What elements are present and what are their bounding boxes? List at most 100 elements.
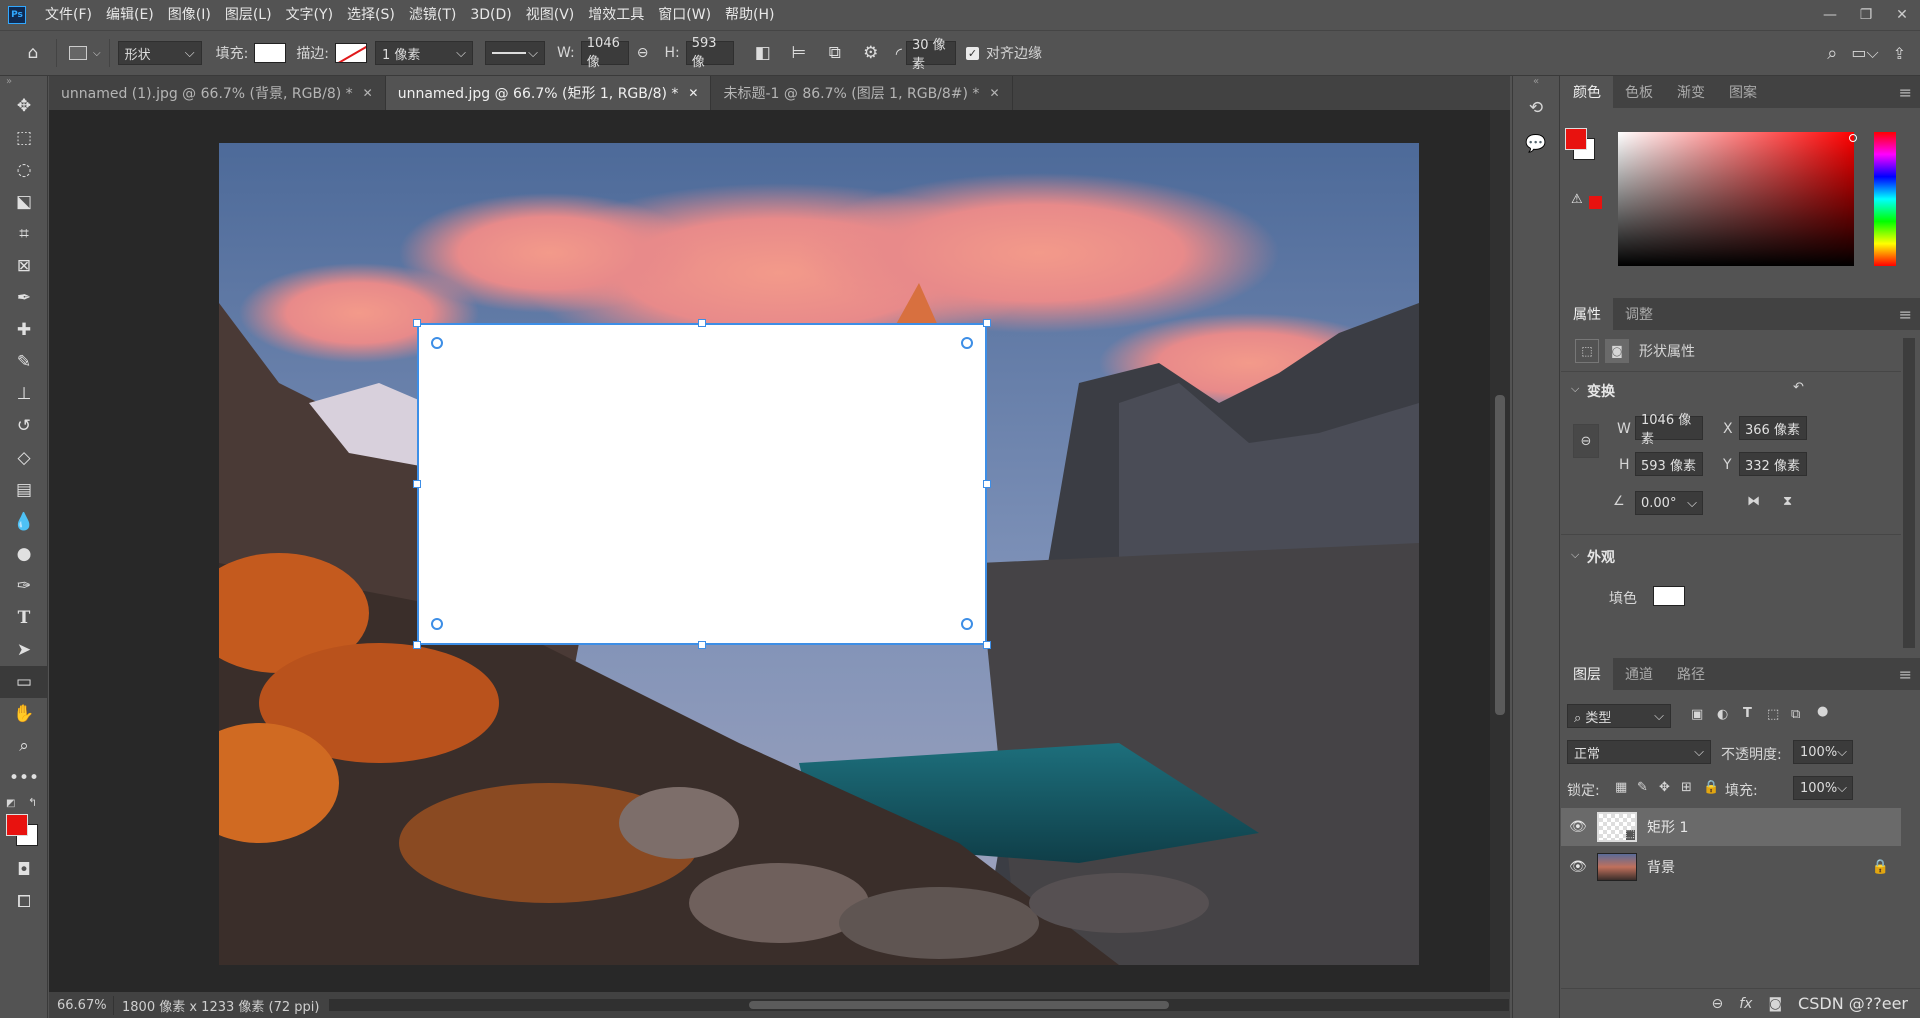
transform-w-field[interactable]: 1046 像素 xyxy=(1635,413,1703,447)
menu-image[interactable]: 图像(I) xyxy=(161,0,218,30)
brush-tool-icon[interactable]: ✎ xyxy=(0,346,48,378)
menu-edit[interactable]: 编辑(E) xyxy=(99,0,161,30)
path-select-tool-icon[interactable]: ➤ xyxy=(0,634,48,666)
workspace-icon[interactable]: ▭⌵ xyxy=(1851,43,1878,63)
eraser-tool-icon[interactable]: ◇ xyxy=(0,442,48,474)
tab-document-1[interactable]: unnamed (1).jpg @ 66.7% (背景, RGB/8) * ✕ xyxy=(49,76,386,110)
path-arrangement-icon[interactable]: ⧉ xyxy=(820,38,850,68)
corner-radius-handle-icon[interactable] xyxy=(961,618,973,630)
search-icon[interactable]: ⌕ xyxy=(1827,43,1837,64)
filter-shape-icon[interactable]: ⬚ xyxy=(1767,707,1779,722)
flip-vertical-icon[interactable]: ⧗ xyxy=(1783,494,1792,509)
blend-mode-select[interactable]: 正常 ⌵ xyxy=(1567,740,1711,764)
add-mask-icon[interactable]: ◙ xyxy=(1768,996,1782,1012)
link-layers-icon[interactable]: ⊖ xyxy=(1712,996,1724,1012)
corner-radius-handle-icon[interactable] xyxy=(431,618,443,630)
filter-adjustment-icon[interactable]: ◐ xyxy=(1717,707,1728,722)
lock-pixels-icon[interactable]: ✎ xyxy=(1637,780,1648,795)
panel-menu-icon[interactable]: ≡ xyxy=(1899,305,1912,324)
close-icon[interactable]: ✕ xyxy=(1884,0,1920,30)
tab-channels[interactable]: 通道 xyxy=(1613,658,1665,690)
menu-plugins[interactable]: 增效工具 xyxy=(581,0,651,30)
zoom-tool-icon[interactable]: ⌕ xyxy=(0,730,48,762)
tool-mode-select[interactable]: 形状 ⌵ xyxy=(117,41,202,65)
stamp-tool-icon[interactable]: ⊥ xyxy=(0,378,48,410)
tab-properties[interactable]: 属性 xyxy=(1561,298,1613,330)
tab-patterns[interactable]: 图案 xyxy=(1717,76,1769,108)
link-dimensions-icon[interactable]: ⊖ xyxy=(1573,424,1599,458)
layer-filter-select[interactable]: ⌕ 类型 ⌵ xyxy=(1567,704,1671,728)
color-field[interactable] xyxy=(1618,132,1854,266)
layer-name[interactable]: 背景 xyxy=(1647,857,1675,877)
warning-icon[interactable]: ⚠ xyxy=(1571,192,1583,207)
resize-handle-top-left[interactable] xyxy=(413,319,421,327)
lock-artboard-icon[interactable]: ⊞ xyxy=(1681,780,1692,795)
crop-tool-icon[interactable]: ⌗ xyxy=(0,218,48,250)
tool-preset-picker[interactable]: ⌵ xyxy=(69,30,101,76)
corner-radius-handle-icon[interactable] xyxy=(961,337,973,349)
corner-radius-field[interactable]: 30 像素 xyxy=(905,38,956,72)
eyedropper-tool-icon[interactable]: ✒ xyxy=(0,282,48,314)
tab-adjustments[interactable]: 调整 xyxy=(1613,298,1665,330)
filter-pixel-icon[interactable]: ▣ xyxy=(1691,707,1703,722)
mask-properties-icon[interactable]: ◙ xyxy=(1605,338,1629,363)
comments-icon[interactable]: 💬 xyxy=(1513,126,1559,162)
canvas-image[interactable] xyxy=(219,143,1419,965)
transform-h-field[interactable]: 593 像素 xyxy=(1635,452,1703,476)
tab-swatches[interactable]: 色板 xyxy=(1613,76,1665,108)
zoom-level[interactable]: 66.67% xyxy=(57,998,107,1013)
history-brush-icon[interactable]: ↺ xyxy=(0,410,48,442)
resize-handle-bottom-right[interactable] xyxy=(983,641,991,649)
stroke-swatch[interactable] xyxy=(335,43,368,63)
rectangle-shape-layer[interactable] xyxy=(417,323,987,645)
tab-paths[interactable]: 路径 xyxy=(1665,658,1717,690)
filter-type-icon[interactable]: T xyxy=(1743,706,1752,721)
menu-file[interactable]: 文件(F) xyxy=(38,0,99,30)
resize-handle-right[interactable] xyxy=(983,480,991,488)
more-tools-icon[interactable]: ••• xyxy=(0,762,48,794)
rectangle-tool-icon[interactable]: ▭ xyxy=(0,666,48,698)
type-tool-icon[interactable]: T xyxy=(0,602,48,634)
horizontal-scrollbar[interactable] xyxy=(329,999,1509,1011)
fill-swatch[interactable] xyxy=(254,43,287,63)
flip-horizontal-icon[interactable]: ⧓ xyxy=(1747,494,1760,509)
hand-tool-icon[interactable]: ✋ xyxy=(0,698,48,730)
corner-radius-handle-icon[interactable] xyxy=(431,337,443,349)
restore-icon[interactable]: ❐ xyxy=(1848,0,1884,30)
marquee-tool-icon[interactable]: ⬚ xyxy=(0,122,48,154)
resize-handle-top[interactable] xyxy=(698,319,706,327)
close-icon[interactable]: ✕ xyxy=(688,86,698,100)
menu-filter[interactable]: 滤镜(T) xyxy=(402,0,463,30)
document-info[interactable]: 1800 像素 x 1233 像素 (72 ppi) xyxy=(113,995,319,1015)
shape-properties-icon[interactable]: ⬚ xyxy=(1575,338,1599,363)
menu-window[interactable]: 窗口(W) xyxy=(651,0,718,30)
angle-field[interactable]: 0.00° ⌵ xyxy=(1635,491,1703,515)
fill-field[interactable]: 100% ⌵ xyxy=(1793,776,1853,800)
pen-tool-icon[interactable]: ✑ xyxy=(0,570,48,602)
default-colors-icon[interactable]: ◩ xyxy=(6,798,15,809)
reset-transform-icon[interactable]: ↶ xyxy=(1793,380,1804,395)
resize-handle-bottom-left[interactable] xyxy=(413,641,421,649)
layer-row-background[interactable]: 👁 背景 🔒 xyxy=(1561,848,1901,886)
height-field[interactable]: 593 像 xyxy=(685,36,734,70)
gamut-color-swatch[interactable] xyxy=(1589,196,1602,209)
menu-3d[interactable]: 3D(D) xyxy=(463,0,518,30)
scroll-thumb[interactable] xyxy=(749,1001,1169,1009)
foreground-color-swatch[interactable] xyxy=(6,814,28,836)
filter-toggle-icon[interactable]: ● xyxy=(1817,704,1828,719)
layer-name[interactable]: 矩形 1 xyxy=(1647,817,1688,837)
resize-handle-bottom[interactable] xyxy=(698,641,706,649)
lock-position-icon[interactable]: ✥ xyxy=(1659,780,1670,795)
chevron-down-icon[interactable]: ⌵ xyxy=(1571,382,1579,396)
transform-x-field[interactable]: 366 像素 xyxy=(1739,416,1807,440)
object-select-tool-icon[interactable]: ⬕ xyxy=(0,186,48,218)
opacity-field[interactable]: 100% ⌵ xyxy=(1793,740,1853,764)
tab-gradients[interactable]: 渐变 xyxy=(1665,76,1717,108)
tab-document-3[interactable]: 未标题-1 @ 86.7% (图层 1, RGB/8#) * ✕ xyxy=(711,76,1013,110)
lasso-tool-icon[interactable]: ◌ xyxy=(0,154,48,186)
resize-handle-left[interactable] xyxy=(413,480,421,488)
menu-help[interactable]: 帮助(H) xyxy=(718,0,781,30)
move-tool-icon[interactable]: ✥ xyxy=(0,90,48,122)
history-icon[interactable]: ⟲ xyxy=(1513,90,1559,126)
canvas-area[interactable] xyxy=(49,110,1510,992)
